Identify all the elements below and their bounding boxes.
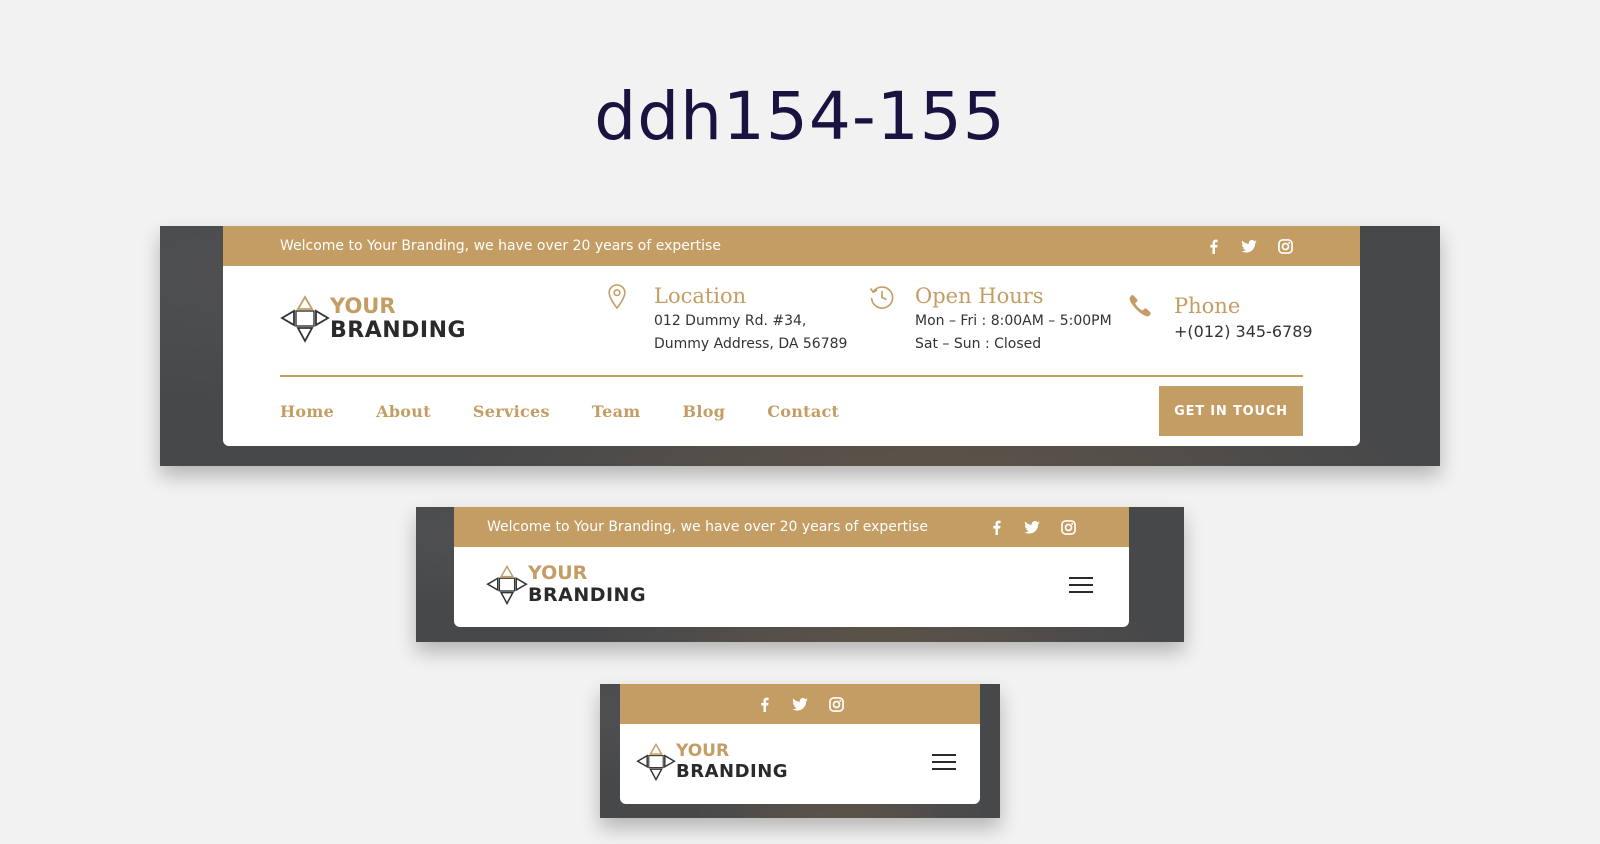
logo-mark-icon — [486, 565, 528, 606]
location-title: Location — [654, 284, 747, 308]
welcome-text: Welcome to Your Branding, we have over 2… — [487, 519, 928, 535]
main-nav: Home About Services Team Blog Contact — [280, 402, 881, 421]
social-links — [1195, 238, 1303, 254]
hamburger-menu-icon[interactable] — [1069, 577, 1093, 595]
nav-item-services[interactable]: Services — [473, 402, 550, 421]
header-card: Welcome to Your Branding, we have over 2… — [223, 226, 1360, 446]
brand-logo[interactable]: YOUR BRANDING — [486, 563, 646, 607]
facebook-icon[interactable] — [1195, 239, 1231, 254]
top-bar — [620, 684, 980, 724]
social-links — [746, 696, 854, 712]
header-card: Welcome to Your Branding, we have over 2… — [454, 507, 1129, 627]
hamburger-menu-icon[interactable] — [932, 754, 956, 772]
twitter-icon[interactable] — [1014, 520, 1050, 534]
hours-line-1: Mon – Fri : 8:00AM – 5:00PM — [915, 313, 1112, 329]
mobile-header-preview: YOUR BRANDING — [600, 684, 1000, 818]
phone-icon — [1128, 292, 1174, 343]
location-line-1: 012 Dummy Rd. #34, — [654, 313, 807, 329]
nav-item-about[interactable]: About — [376, 402, 431, 421]
twitter-icon[interactable] — [782, 697, 818, 711]
hours-info: Open Hours Mon – Fri : 8:00AM – 5:00PM S… — [869, 282, 1112, 356]
phone-info: Phone +(012) 345-6789 — [1128, 292, 1313, 343]
map-pin-icon — [608, 282, 654, 356]
tablet-header-preview: Welcome to Your Branding, we have over 2… — [416, 507, 1184, 642]
logo-line-branding: BRANDING — [528, 584, 647, 606]
brand-logo[interactable]: YOUR BRANDING — [280, 294, 466, 344]
nav-item-contact[interactable]: Contact — [767, 402, 839, 421]
hours-title: Open Hours — [915, 284, 1044, 308]
top-bar: Welcome to Your Branding, we have over 2… — [454, 507, 1129, 547]
desktop-header-preview: Welcome to Your Branding, we have over 2… — [160, 226, 1440, 466]
divider — [280, 375, 1303, 377]
phone-number[interactable]: +(012) 345-6789 — [1174, 320, 1313, 343]
get-in-touch-button[interactable]: GET IN TOUCH — [1159, 386, 1303, 436]
logo-mark-icon — [636, 742, 676, 782]
logo-line-your: YOUR — [528, 562, 588, 584]
twitter-icon[interactable] — [1231, 239, 1267, 253]
nav-item-team[interactable]: Team — [592, 402, 641, 421]
logo-line-your: YOUR — [676, 741, 730, 761]
brand-logo[interactable]: YOUR BRANDING — [636, 742, 788, 782]
instagram-icon[interactable] — [1050, 519, 1086, 535]
instagram-icon[interactable] — [818, 696, 854, 712]
hours-line-2: Sat – Sun : Closed — [915, 336, 1042, 352]
top-bar: Welcome to Your Branding, we have over 2… — [223, 226, 1360, 266]
logo-mark-icon — [280, 295, 330, 343]
welcome-text: Welcome to Your Branding, we have over 2… — [280, 238, 721, 254]
social-links — [978, 519, 1086, 535]
page-title: ddh154-155 — [594, 78, 1006, 155]
instagram-icon[interactable] — [1267, 238, 1303, 254]
facebook-icon[interactable] — [978, 520, 1014, 535]
logo-line-branding: BRANDING — [676, 761, 789, 782]
location-info: Location 012 Dummy Rd. #34, Dummy Addres… — [608, 282, 847, 356]
logo-line-branding: BRANDING — [330, 318, 467, 343]
clock-history-icon — [869, 282, 915, 356]
location-line-2: Dummy Address, DA 56789 — [654, 336, 848, 352]
nav-item-home[interactable]: Home — [280, 402, 334, 421]
header-card: YOUR BRANDING — [620, 684, 980, 804]
logo-line-your: YOUR — [330, 294, 396, 318]
facebook-icon[interactable] — [746, 697, 782, 712]
nav-item-blog[interactable]: Blog — [683, 402, 726, 421]
phone-title: Phone — [1174, 294, 1241, 318]
